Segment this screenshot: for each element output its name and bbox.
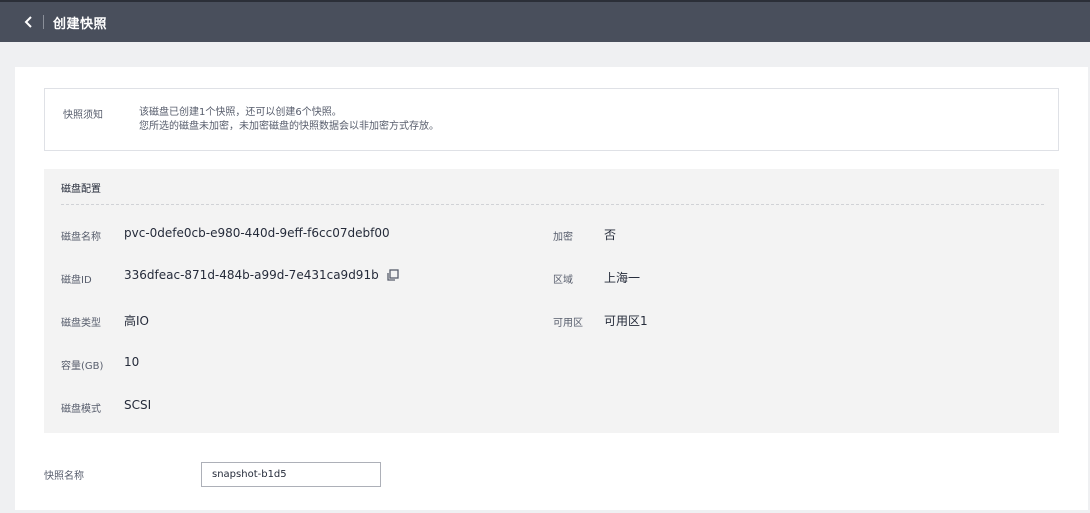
capacity-value: 10: [124, 355, 140, 369]
region-label: 区域: [553, 275, 573, 286]
copy-icon[interactable]: [386, 268, 399, 282]
disk-type-value: 高IO: [124, 314, 149, 328]
encrypt-value: 否: [604, 228, 617, 242]
disk-name-value: pvc-0defe0cb-e980-440d-9eff-f6cc07debf00: [124, 226, 390, 240]
snapshot-name-label: 快照名称: [44, 471, 84, 482]
chevron-left-icon: [24, 13, 34, 32]
disk-type-label: 磁盘类型: [61, 318, 101, 329]
az-value: 可用区1: [604, 314, 648, 328]
capacity-label: 容量(GB): [61, 361, 104, 372]
section-title: 磁盘配置: [61, 184, 101, 195]
page-title: 创建快照: [53, 16, 108, 32]
disk-id-value: 336dfeac-871d-484b-a99d-7e431ca9d91b: [124, 268, 379, 282]
disk-mode-value: SCSI: [124, 398, 152, 412]
notice-label: 快照须知: [63, 110, 103, 121]
notice-line-quota: 该磁盘已创建1个快照，还可以创建6个快照。: [139, 107, 342, 118]
encrypt-label: 加密: [553, 232, 573, 243]
notice-line-encryption: 您所选的磁盘未加密，未加密磁盘的快照数据会以非加密方式存放。: [139, 121, 439, 132]
disk-id-label: 磁盘ID: [61, 275, 92, 286]
header-divider: [43, 15, 44, 29]
snapshot-name-input[interactable]: [201, 462, 381, 487]
main-panel: 快照须知 该磁盘已创建1个快照，还可以创建6个快照。 您所选的磁盘未加密，未加密…: [15, 67, 1088, 510]
top-bar: 创建快照: [0, 0, 1090, 42]
az-label: 可用区: [553, 318, 583, 329]
back-button[interactable]: [18, 11, 40, 33]
section-divider: [61, 204, 1044, 205]
region-value: 上海一: [604, 271, 641, 285]
disk-config-section: 磁盘配置 磁盘名称 pvc-0defe0cb-e980-440d-9eff-f6…: [44, 169, 1059, 433]
disk-name-label: 磁盘名称: [61, 232, 101, 243]
disk-id-field: 336dfeac-871d-484b-a99d-7e431ca9d91b: [124, 268, 399, 282]
notice-text: 该磁盘已创建1个快照，还可以创建6个快照。 您所选的磁盘未加密，未加密磁盘的快照…: [139, 106, 439, 134]
disk-mode-label: 磁盘模式: [61, 404, 101, 415]
snapshot-notice: 快照须知 该磁盘已创建1个快照，还可以创建6个快照。 您所选的磁盘未加密，未加密…: [44, 88, 1059, 151]
